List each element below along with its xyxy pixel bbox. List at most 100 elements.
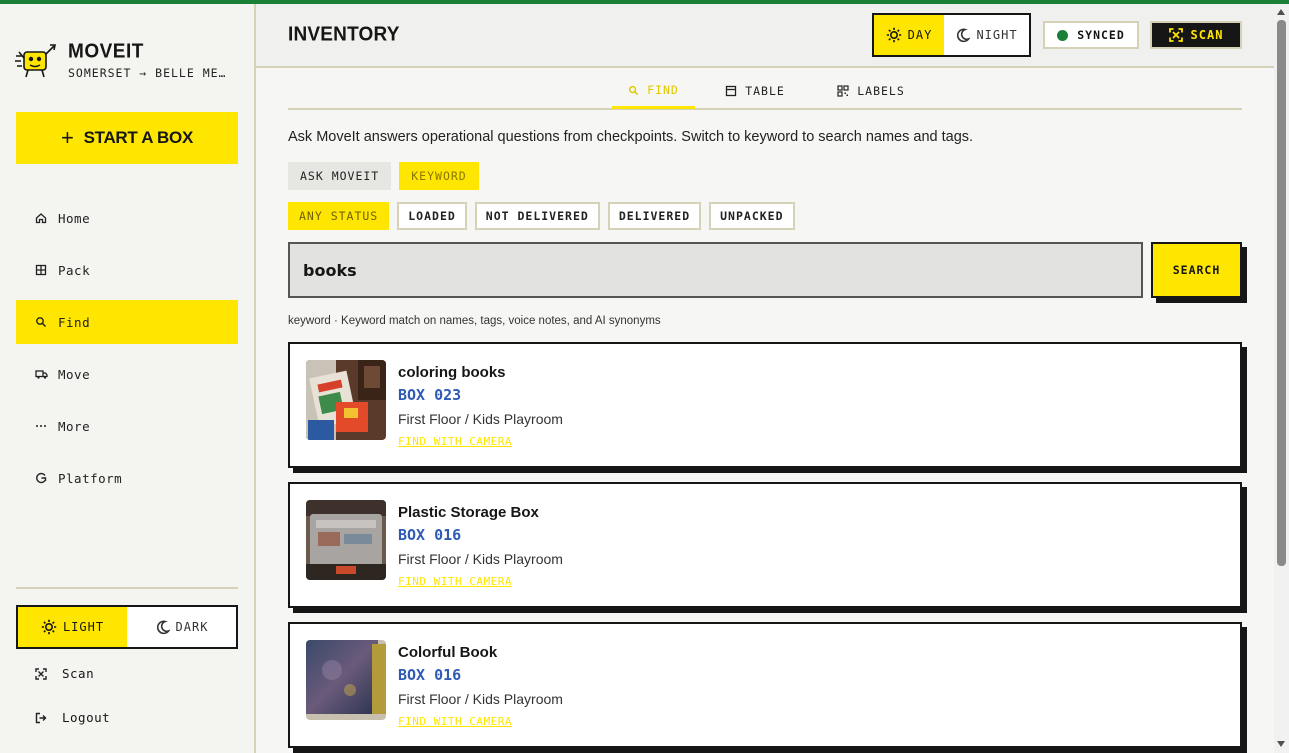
sidebar-logout-label: Logout xyxy=(62,710,111,725)
sidebar-item-find[interactable]: Find xyxy=(16,300,238,344)
start-a-box-button[interactable]: + START A BOX xyxy=(16,112,238,164)
sidebar-item-pack[interactable]: Pack xyxy=(16,248,238,292)
scan-button[interactable]: SCAN xyxy=(1150,21,1242,49)
pack-icon xyxy=(34,263,48,277)
truck-icon xyxy=(34,367,48,381)
sync-status-badge: SYNCED xyxy=(1043,21,1139,49)
top-accent-bar xyxy=(0,0,1289,4)
search-mode-switch: ASK MOVEIT KEYWORD xyxy=(288,162,487,190)
theme-toggle: LIGHT DARK xyxy=(16,605,238,649)
sun-icon xyxy=(886,27,901,43)
logout-icon xyxy=(34,711,48,725)
plus-icon: + xyxy=(61,125,74,150)
mode-ask-moveit-button[interactable]: ASK MOVEIT xyxy=(288,162,392,190)
day-label: DAY xyxy=(907,28,933,42)
brand[interactable]: MOVEIT SOMERSET → BELLE ME… xyxy=(14,40,233,80)
moon-icon xyxy=(957,28,971,42)
more-icon xyxy=(34,419,48,433)
night-mode-option[interactable]: NIGHT xyxy=(944,15,1029,55)
page-header: INVENTORY DAY NIGHT SYNCED SCAN xyxy=(256,4,1274,68)
item-name: Colorful Book xyxy=(398,644,498,661)
scrollbar-thumb[interactable] xyxy=(1277,20,1286,566)
scan-icon xyxy=(34,667,48,681)
sidebar-item-label: More xyxy=(58,418,91,434)
item-photo xyxy=(306,360,386,440)
scroll-up-arrow-icon[interactable] xyxy=(1277,9,1285,15)
box-number[interactable]: BOX 016 xyxy=(398,526,461,544)
item-photo xyxy=(306,500,386,580)
result-card[interactable]: Colorful Book BOX 016 First Floor / Kids… xyxy=(288,622,1242,748)
view-tabs: FIND TABLE LABELS xyxy=(288,74,1242,110)
scan-label: SCAN xyxy=(1190,28,1224,42)
page-title: INVENTORY xyxy=(288,23,400,46)
sidebar-scan[interactable]: Scan xyxy=(34,666,94,681)
item-location: First Floor / Kids Playroom xyxy=(398,691,563,707)
sidebar: MOVEIT SOMERSET → BELLE ME… + START A BO… xyxy=(0,4,256,753)
sun-icon xyxy=(41,619,57,635)
status-filter: ANY STATUS LOADED NOT DELIVERED DELIVERE… xyxy=(288,202,803,230)
tab-table[interactable]: TABLE xyxy=(718,74,792,108)
item-photo xyxy=(306,640,386,720)
find-intro-text: Ask MoveIt answers operational questions… xyxy=(288,129,974,145)
box-number[interactable]: BOX 016 xyxy=(398,666,461,684)
filter-loaded[interactable]: LOADED xyxy=(397,202,467,230)
dark-label: DARK xyxy=(175,620,209,634)
find-with-camera-link[interactable]: FIND WITH CAMERA xyxy=(398,575,512,588)
filter-any-status[interactable]: ANY STATUS xyxy=(288,202,390,230)
result-card[interactable]: Plastic Storage Box BOX 016 First Floor … xyxy=(288,482,1242,608)
sidebar-item-label: Pack xyxy=(58,262,91,278)
tab-labels[interactable]: LABELS xyxy=(826,74,916,108)
result-card[interactable]: coloring books BOX 023 First Floor / Kid… xyxy=(288,342,1242,468)
sidebar-item-platform[interactable]: Platform xyxy=(16,456,238,500)
mode-keyword-button[interactable]: KEYWORD xyxy=(399,162,479,190)
sidebar-item-move[interactable]: Move xyxy=(16,352,238,396)
scan-icon xyxy=(1168,28,1183,42)
sidebar-item-label: Find xyxy=(58,314,91,330)
light-label: LIGHT xyxy=(62,620,105,634)
filter-not-delivered[interactable]: NOT DELIVERED xyxy=(474,202,600,230)
sidebar-item-home[interactable]: Home xyxy=(16,196,238,240)
page-scrollbar[interactable] xyxy=(1274,4,1289,753)
box-number[interactable]: BOX 023 xyxy=(398,386,461,404)
search-icon xyxy=(629,85,639,95)
filter-unpacked[interactable]: UNPACKED xyxy=(709,202,795,230)
scroll-down-arrow-icon[interactable] xyxy=(1277,741,1285,747)
search-icon xyxy=(34,315,48,329)
item-location: First Floor / Kids Playroom xyxy=(398,411,563,427)
item-name: Plastic Storage Box xyxy=(398,504,539,521)
sidebar-item-more[interactable]: More xyxy=(16,404,238,448)
sidebar-item-label: Home xyxy=(58,210,91,226)
search-input[interactable] xyxy=(288,242,1143,298)
sidebar-nav: Home Pack Find Move More Platform xyxy=(16,196,238,508)
table-icon xyxy=(726,85,737,97)
dark-theme-option[interactable]: DARK xyxy=(127,607,236,647)
moveit-mascot-icon xyxy=(15,44,56,78)
filter-delivered[interactable]: DELIVERED xyxy=(607,202,702,230)
sidebar-item-label: Platform xyxy=(58,470,123,486)
night-label: NIGHT xyxy=(976,28,1018,42)
find-with-camera-link[interactable]: FIND WITH CAMERA xyxy=(398,435,512,448)
find-with-camera-link[interactable]: FIND WITH CAMERA xyxy=(398,715,512,728)
move-route: SOMERSET → BELLE ME… xyxy=(68,65,227,80)
tab-label: FIND xyxy=(647,83,679,97)
qr-icon xyxy=(837,85,849,97)
search-hint: keyword · Keyword match on names, tags, … xyxy=(288,315,661,327)
app-name: MOVEIT xyxy=(68,39,144,62)
light-theme-option[interactable]: LIGHT xyxy=(18,607,127,647)
start-a-box-label: START A BOX xyxy=(83,128,194,147)
platform-icon xyxy=(34,471,48,485)
sync-label: SYNCED xyxy=(1077,28,1125,42)
tab-label: TABLE xyxy=(745,84,785,98)
moon-icon xyxy=(156,620,170,634)
tab-find[interactable]: FIND xyxy=(612,74,695,109)
sidebar-divider xyxy=(16,587,238,589)
item-name: coloring books xyxy=(398,364,506,381)
day-mode-option[interactable]: DAY xyxy=(874,15,944,55)
home-icon xyxy=(34,211,48,225)
sidebar-logout[interactable]: Logout xyxy=(34,710,110,725)
search-button[interactable]: SEARCH xyxy=(1151,242,1242,298)
sync-dot-icon xyxy=(1057,29,1069,41)
tab-label: LABELS xyxy=(857,84,905,98)
sidebar-item-label: Move xyxy=(58,366,91,382)
day-night-toggle: DAY NIGHT xyxy=(872,13,1031,57)
